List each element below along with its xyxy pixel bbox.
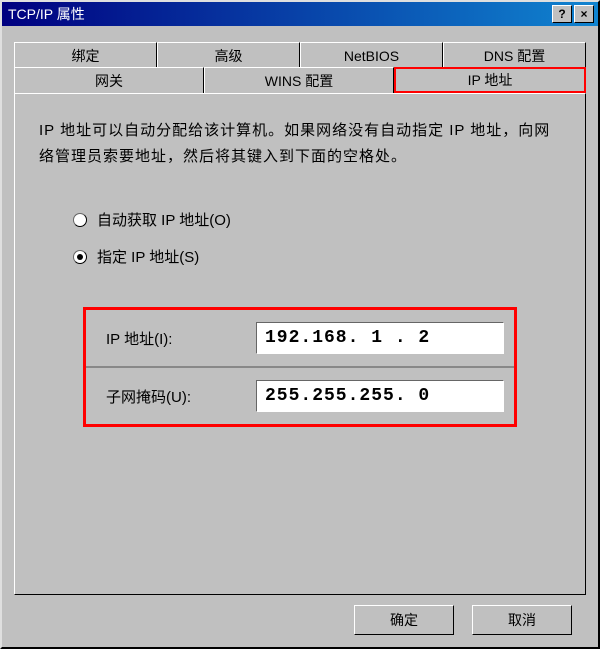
- tab-binding[interactable]: 绑定: [14, 42, 157, 68]
- button-row: 确定 取消: [14, 595, 586, 635]
- close-button[interactable]: ×: [574, 5, 594, 23]
- tab-gateway[interactable]: 网关: [14, 67, 204, 93]
- window-title: TCP/IP 属性: [6, 4, 552, 24]
- subnet-mask-input[interactable]: 255.255.255. 0: [256, 380, 504, 412]
- dialog-content: 绑定 高级 NetBIOS DNS 配置 网关 WINS 配置 IP 地址 IP…: [2, 26, 598, 647]
- radio-icon: [73, 213, 87, 227]
- tab-panel-ip: IP 地址可以自动分配给该计算机。如果网络没有自动指定 IP 地址，向网络管理员…: [14, 93, 586, 595]
- ok-button[interactable]: 确定: [354, 605, 454, 635]
- radio-manual-label: 指定 IP 地址(S): [97, 246, 199, 267]
- tab-row-1: 绑定 高级 NetBIOS DNS 配置: [14, 42, 586, 68]
- radio-auto[interactable]: 自动获取 IP 地址(O): [73, 209, 561, 230]
- radio-icon: [73, 250, 87, 264]
- cancel-button[interactable]: 取消: [472, 605, 572, 635]
- description-text: IP 地址可以自动分配给该计算机。如果网络没有自动指定 IP 地址，向网络管理员…: [39, 118, 561, 169]
- dialog-window: TCP/IP 属性 ? × 绑定 高级 NetBIOS DNS 配置 网关 WI…: [0, 0, 600, 649]
- tabs: 绑定 高级 NetBIOS DNS 配置 网关 WINS 配置 IP 地址: [14, 42, 586, 93]
- spacer: [39, 427, 561, 576]
- titlebar-buttons: ? ×: [552, 5, 594, 23]
- titlebar: TCP/IP 属性 ? ×: [2, 2, 598, 26]
- tab-row-2: 网关 WINS 配置 IP 地址: [14, 67, 586, 93]
- radio-dot-icon: [77, 254, 83, 260]
- tab-dns[interactable]: DNS 配置: [443, 42, 586, 68]
- ip-address-input[interactable]: 192.168. 1 . 2: [256, 322, 504, 354]
- tab-netbios[interactable]: NetBIOS: [300, 42, 443, 68]
- tab-advanced[interactable]: 高级: [157, 42, 300, 68]
- radio-group: 自动获取 IP 地址(O) 指定 IP 地址(S): [39, 209, 561, 283]
- ip-address-label: IP 地址(I):: [96, 328, 256, 349]
- ip-address-row: IP 地址(I): 192.168. 1 . 2: [86, 310, 514, 366]
- ip-fields-box: IP 地址(I): 192.168. 1 . 2 子网掩码(U): 255.25…: [83, 307, 517, 427]
- subnet-mask-row: 子网掩码(U): 255.255.255. 0: [86, 366, 514, 424]
- radio-manual[interactable]: 指定 IP 地址(S): [73, 246, 561, 267]
- subnet-mask-label: 子网掩码(U):: [96, 386, 256, 407]
- tab-ip-address[interactable]: IP 地址: [394, 67, 586, 93]
- tab-wins[interactable]: WINS 配置: [204, 67, 394, 93]
- radio-auto-label: 自动获取 IP 地址(O): [97, 209, 231, 230]
- help-button[interactable]: ?: [552, 5, 572, 23]
